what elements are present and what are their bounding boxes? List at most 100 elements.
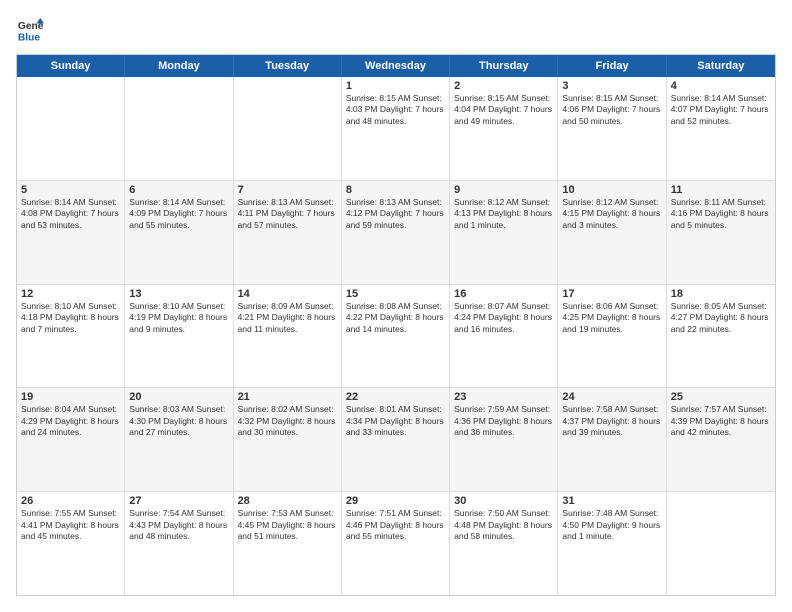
calendar-cell: 6Sunrise: 8:14 AM Sunset: 4:09 PM Daylig… bbox=[125, 181, 233, 284]
calendar-cell: 30Sunrise: 7:50 AM Sunset: 4:48 PM Dayli… bbox=[450, 492, 558, 595]
cell-info: Sunrise: 8:03 AM Sunset: 4:30 PM Dayligh… bbox=[129, 404, 228, 438]
day-number: 5 bbox=[21, 184, 120, 196]
cell-info: Sunrise: 7:53 AM Sunset: 4:45 PM Dayligh… bbox=[238, 508, 337, 542]
cell-info: Sunrise: 8:07 AM Sunset: 4:24 PM Dayligh… bbox=[454, 301, 553, 335]
day-number: 8 bbox=[346, 184, 445, 196]
calendar-cell: 25Sunrise: 7:57 AM Sunset: 4:39 PM Dayli… bbox=[667, 388, 775, 491]
cell-info: Sunrise: 7:50 AM Sunset: 4:48 PM Dayligh… bbox=[454, 508, 553, 542]
calendar-cell: 9Sunrise: 8:12 AM Sunset: 4:13 PM Daylig… bbox=[450, 181, 558, 284]
weekday-header: Saturday bbox=[667, 55, 775, 77]
cell-info: Sunrise: 8:08 AM Sunset: 4:22 PM Dayligh… bbox=[346, 301, 445, 335]
cell-info: Sunrise: 8:14 AM Sunset: 4:07 PM Dayligh… bbox=[671, 93, 771, 127]
day-number: 9 bbox=[454, 184, 553, 196]
day-number: 30 bbox=[454, 495, 553, 507]
cell-info: Sunrise: 7:57 AM Sunset: 4:39 PM Dayligh… bbox=[671, 404, 771, 438]
day-number: 7 bbox=[238, 184, 337, 196]
cell-info: Sunrise: 7:54 AM Sunset: 4:43 PM Dayligh… bbox=[129, 508, 228, 542]
weekday-header: Sunday bbox=[17, 55, 125, 77]
calendar-cell: 18Sunrise: 8:05 AM Sunset: 4:27 PM Dayli… bbox=[667, 285, 775, 388]
day-number: 20 bbox=[129, 391, 228, 403]
calendar-cell: 5Sunrise: 8:14 AM Sunset: 4:08 PM Daylig… bbox=[17, 181, 125, 284]
calendar-cell: 24Sunrise: 7:58 AM Sunset: 4:37 PM Dayli… bbox=[558, 388, 666, 491]
day-number: 2 bbox=[454, 80, 553, 92]
calendar-cell: 16Sunrise: 8:07 AM Sunset: 4:24 PM Dayli… bbox=[450, 285, 558, 388]
weekday-header: Tuesday bbox=[234, 55, 342, 77]
calendar-cell: 12Sunrise: 8:10 AM Sunset: 4:18 PM Dayli… bbox=[17, 285, 125, 388]
cell-info: Sunrise: 8:04 AM Sunset: 4:29 PM Dayligh… bbox=[21, 404, 120, 438]
calendar: SundayMondayTuesdayWednesdayThursdayFrid… bbox=[16, 54, 776, 596]
calendar-cell: 2Sunrise: 8:15 AM Sunset: 4:04 PM Daylig… bbox=[450, 77, 558, 180]
calendar-cell bbox=[17, 77, 125, 180]
logo: General Blue bbox=[16, 16, 44, 44]
day-number: 18 bbox=[671, 288, 771, 300]
cell-info: Sunrise: 8:09 AM Sunset: 4:21 PM Dayligh… bbox=[238, 301, 337, 335]
day-number: 10 bbox=[562, 184, 661, 196]
svg-text:Blue: Blue bbox=[18, 32, 41, 43]
day-number: 23 bbox=[454, 391, 553, 403]
calendar-cell: 22Sunrise: 8:01 AM Sunset: 4:34 PM Dayli… bbox=[342, 388, 450, 491]
cell-info: Sunrise: 8:05 AM Sunset: 4:27 PM Dayligh… bbox=[671, 301, 771, 335]
day-number: 16 bbox=[454, 288, 553, 300]
calendar-cell: 21Sunrise: 8:02 AM Sunset: 4:32 PM Dayli… bbox=[234, 388, 342, 491]
day-number: 29 bbox=[346, 495, 445, 507]
calendar-cell: 15Sunrise: 8:08 AM Sunset: 4:22 PM Dayli… bbox=[342, 285, 450, 388]
day-number: 1 bbox=[346, 80, 445, 92]
day-number: 13 bbox=[129, 288, 228, 300]
cell-info: Sunrise: 7:58 AM Sunset: 4:37 PM Dayligh… bbox=[562, 404, 661, 438]
day-number: 26 bbox=[21, 495, 120, 507]
day-number: 6 bbox=[129, 184, 228, 196]
day-number: 24 bbox=[562, 391, 661, 403]
cell-info: Sunrise: 8:12 AM Sunset: 4:15 PM Dayligh… bbox=[562, 197, 661, 231]
cell-info: Sunrise: 8:02 AM Sunset: 4:32 PM Dayligh… bbox=[238, 404, 337, 438]
calendar-cell: 7Sunrise: 8:13 AM Sunset: 4:11 PM Daylig… bbox=[234, 181, 342, 284]
cell-info: Sunrise: 8:10 AM Sunset: 4:18 PM Dayligh… bbox=[21, 301, 120, 335]
calendar-cell: 1Sunrise: 8:15 AM Sunset: 4:03 PM Daylig… bbox=[342, 77, 450, 180]
calendar-cell: 29Sunrise: 7:51 AM Sunset: 4:46 PM Dayli… bbox=[342, 492, 450, 595]
day-number: 17 bbox=[562, 288, 661, 300]
day-number: 21 bbox=[238, 391, 337, 403]
day-number: 11 bbox=[671, 184, 771, 196]
day-number: 28 bbox=[238, 495, 337, 507]
weekday-header: Thursday bbox=[450, 55, 558, 77]
day-number: 22 bbox=[346, 391, 445, 403]
weekday-header: Monday bbox=[125, 55, 233, 77]
cell-info: Sunrise: 8:13 AM Sunset: 4:12 PM Dayligh… bbox=[346, 197, 445, 231]
calendar-cell bbox=[667, 492, 775, 595]
calendar-row: 26Sunrise: 7:55 AM Sunset: 4:41 PM Dayli… bbox=[17, 492, 775, 595]
calendar-row: 19Sunrise: 8:04 AM Sunset: 4:29 PM Dayli… bbox=[17, 388, 775, 492]
calendar-cell: 14Sunrise: 8:09 AM Sunset: 4:21 PM Dayli… bbox=[234, 285, 342, 388]
calendar-cell: 28Sunrise: 7:53 AM Sunset: 4:45 PM Dayli… bbox=[234, 492, 342, 595]
calendar-cell: 27Sunrise: 7:54 AM Sunset: 4:43 PM Dayli… bbox=[125, 492, 233, 595]
calendar-cell: 11Sunrise: 8:11 AM Sunset: 4:16 PM Dayli… bbox=[667, 181, 775, 284]
calendar-cell: 10Sunrise: 8:12 AM Sunset: 4:15 PM Dayli… bbox=[558, 181, 666, 284]
day-number: 27 bbox=[129, 495, 228, 507]
cell-info: Sunrise: 7:51 AM Sunset: 4:46 PM Dayligh… bbox=[346, 508, 445, 542]
day-number: 19 bbox=[21, 391, 120, 403]
day-number: 4 bbox=[671, 80, 771, 92]
cell-info: Sunrise: 8:13 AM Sunset: 4:11 PM Dayligh… bbox=[238, 197, 337, 231]
calendar-cell: 3Sunrise: 8:15 AM Sunset: 4:06 PM Daylig… bbox=[558, 77, 666, 180]
cell-info: Sunrise: 8:14 AM Sunset: 4:09 PM Dayligh… bbox=[129, 197, 228, 231]
calendar-header: SundayMondayTuesdayWednesdayThursdayFrid… bbox=[17, 55, 775, 77]
calendar-cell bbox=[125, 77, 233, 180]
calendar-cell: 26Sunrise: 7:55 AM Sunset: 4:41 PM Dayli… bbox=[17, 492, 125, 595]
calendar-cell: 13Sunrise: 8:10 AM Sunset: 4:19 PM Dayli… bbox=[125, 285, 233, 388]
cell-info: Sunrise: 8:15 AM Sunset: 4:04 PM Dayligh… bbox=[454, 93, 553, 127]
day-number: 31 bbox=[562, 495, 661, 507]
day-number: 12 bbox=[21, 288, 120, 300]
cell-info: Sunrise: 8:14 AM Sunset: 4:08 PM Dayligh… bbox=[21, 197, 120, 231]
cell-info: Sunrise: 8:10 AM Sunset: 4:19 PM Dayligh… bbox=[129, 301, 228, 335]
header: General Blue bbox=[16, 16, 776, 44]
cell-info: Sunrise: 8:15 AM Sunset: 4:03 PM Dayligh… bbox=[346, 93, 445, 127]
day-number: 15 bbox=[346, 288, 445, 300]
cell-info: Sunrise: 7:59 AM Sunset: 4:36 PM Dayligh… bbox=[454, 404, 553, 438]
calendar-cell: 19Sunrise: 8:04 AM Sunset: 4:29 PM Dayli… bbox=[17, 388, 125, 491]
day-number: 25 bbox=[671, 391, 771, 403]
page: General Blue SundayMondayTuesdayWednesda… bbox=[0, 0, 792, 612]
cell-info: Sunrise: 7:55 AM Sunset: 4:41 PM Dayligh… bbox=[21, 508, 120, 542]
weekday-header: Friday bbox=[558, 55, 666, 77]
calendar-cell: 31Sunrise: 7:48 AM Sunset: 4:50 PM Dayli… bbox=[558, 492, 666, 595]
calendar-cell: 17Sunrise: 8:06 AM Sunset: 4:25 PM Dayli… bbox=[558, 285, 666, 388]
calendar-cell: 20Sunrise: 8:03 AM Sunset: 4:30 PM Dayli… bbox=[125, 388, 233, 491]
weekday-header: Wednesday bbox=[342, 55, 450, 77]
